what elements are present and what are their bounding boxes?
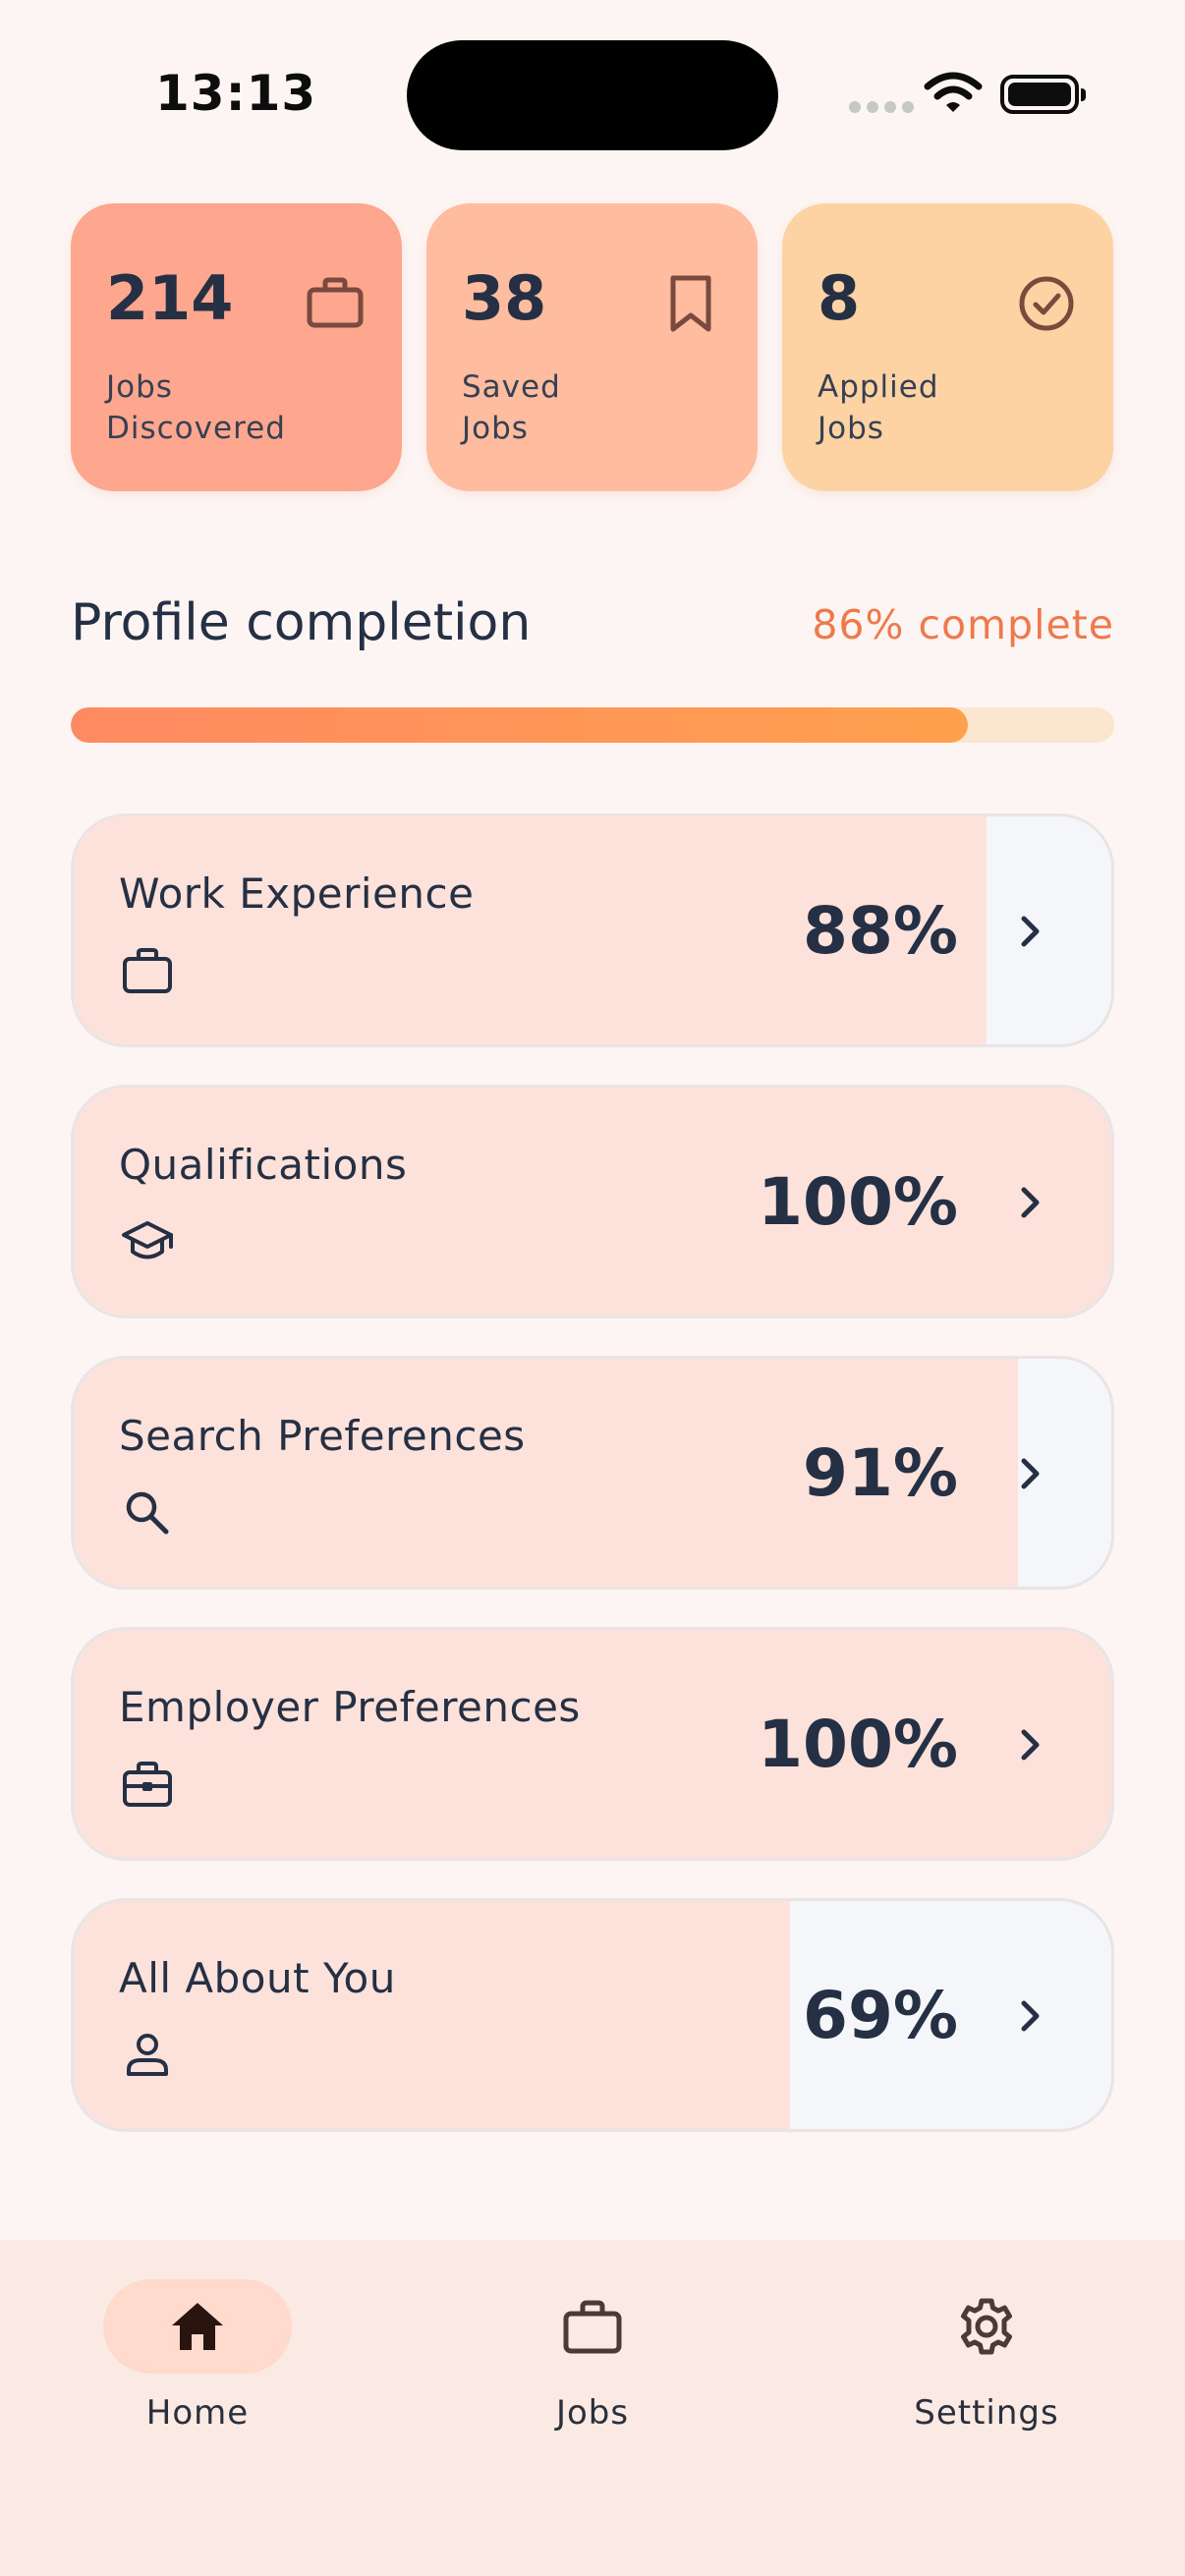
person-icon — [127, 2034, 168, 2076]
nav-item-settings[interactable]: Settings — [859, 2279, 1114, 2433]
nav-pill — [498, 2279, 687, 2374]
section-percent: 100% — [758, 1164, 958, 1240]
profile-completion-title: Profile completion — [71, 593, 532, 652]
stat-label: Applied Jobs — [818, 369, 939, 446]
stat-value: 8 — [818, 262, 861, 334]
section-progress-fill — [74, 1901, 790, 2129]
section-title: All About You — [119, 1954, 396, 2002]
nav-label: Settings — [914, 2393, 1059, 2433]
stat-card-saved[interactable]: 38 Saved Jobs — [426, 203, 758, 491]
status-bar: 13:13 — [0, 0, 1185, 187]
profile-progress-bar — [71, 707, 1114, 743]
nav-pill-active — [103, 2279, 292, 2374]
briefcase-icon — [307, 277, 364, 328]
toolbox-icon — [123, 1762, 172, 1807]
stat-label: Saved Jobs — [462, 369, 561, 446]
section-percent: 88% — [803, 893, 958, 969]
section-row-qualifications[interactable]: Qualifications 100% — [71, 1085, 1114, 1318]
wifi-icon — [924, 72, 983, 112]
briefcase-icon — [563, 2300, 622, 2354]
dynamic-island — [407, 40, 778, 150]
nav-label: Home — [145, 2393, 250, 2433]
stats-row: 214 Jobs Discovered 38 Saved Jobs 8 Appl… — [71, 203, 1114, 491]
section-title: Work Experience — [119, 869, 475, 918]
stat-card-discovered[interactable]: 214 Jobs Discovered — [71, 203, 402, 491]
stat-value: 214 — [106, 262, 234, 334]
section-row-all-about-you[interactable]: All About You 69% — [71, 1898, 1114, 2132]
chevron-right-icon — [1021, 1458, 1040, 1489]
stat-card-applied[interactable]: 8 Applied Jobs — [782, 203, 1113, 491]
cellular-signal-icon — [849, 101, 914, 113]
nav-item-home[interactable]: Home — [70, 2279, 325, 2433]
section-percent: 91% — [803, 1435, 958, 1511]
battery-icon — [1000, 75, 1086, 114]
home-icon — [172, 2303, 223, 2350]
nav-item-jobs[interactable]: Jobs — [465, 2279, 720, 2433]
section-title: Qualifications — [119, 1141, 408, 1189]
search-icon — [126, 1491, 169, 1535]
nav-label: Jobs — [555, 2393, 630, 2433]
status-time: 13:13 — [155, 65, 317, 122]
briefcase-icon — [123, 948, 172, 993]
section-percent: 69% — [803, 1978, 958, 2053]
section-row-work-experience[interactable]: Work Experience 88% — [71, 813, 1114, 1047]
section-row-search-preferences[interactable]: Search Preferences 91% — [71, 1356, 1114, 1590]
profile-completion-percent: 86% complete — [812, 601, 1114, 648]
chevron-right-icon — [1021, 1187, 1040, 1218]
gear-icon — [961, 2298, 1012, 2355]
profile-sections-list: Work Experience 88% Qualifications 100% — [71, 813, 1114, 2169]
stat-label: Jobs Discovered — [106, 369, 286, 446]
chevron-right-icon — [1021, 916, 1040, 947]
bottom-navigation: Home Jobs Settings — [0, 2240, 1185, 2576]
stat-value: 38 — [462, 262, 547, 334]
section-row-employer-preferences[interactable]: Employer Preferences 100% — [71, 1627, 1114, 1861]
section-percent: 100% — [758, 1707, 958, 1782]
nav-pill — [892, 2279, 1081, 2374]
profile-progress-fill — [71, 707, 969, 743]
chevron-right-icon — [1021, 2000, 1040, 2032]
screen: 13:13 214 Jobs Discovered 38 Saved Jobs — [0, 0, 1185, 2576]
section-title: Employer Preferences — [119, 1683, 581, 1731]
check-circle-icon — [1019, 276, 1074, 331]
chevron-right-icon — [1021, 1729, 1040, 1761]
graduation-cap-icon — [122, 1221, 173, 1260]
bookmark-icon — [670, 275, 711, 332]
section-title: Search Preferences — [119, 1412, 526, 1460]
